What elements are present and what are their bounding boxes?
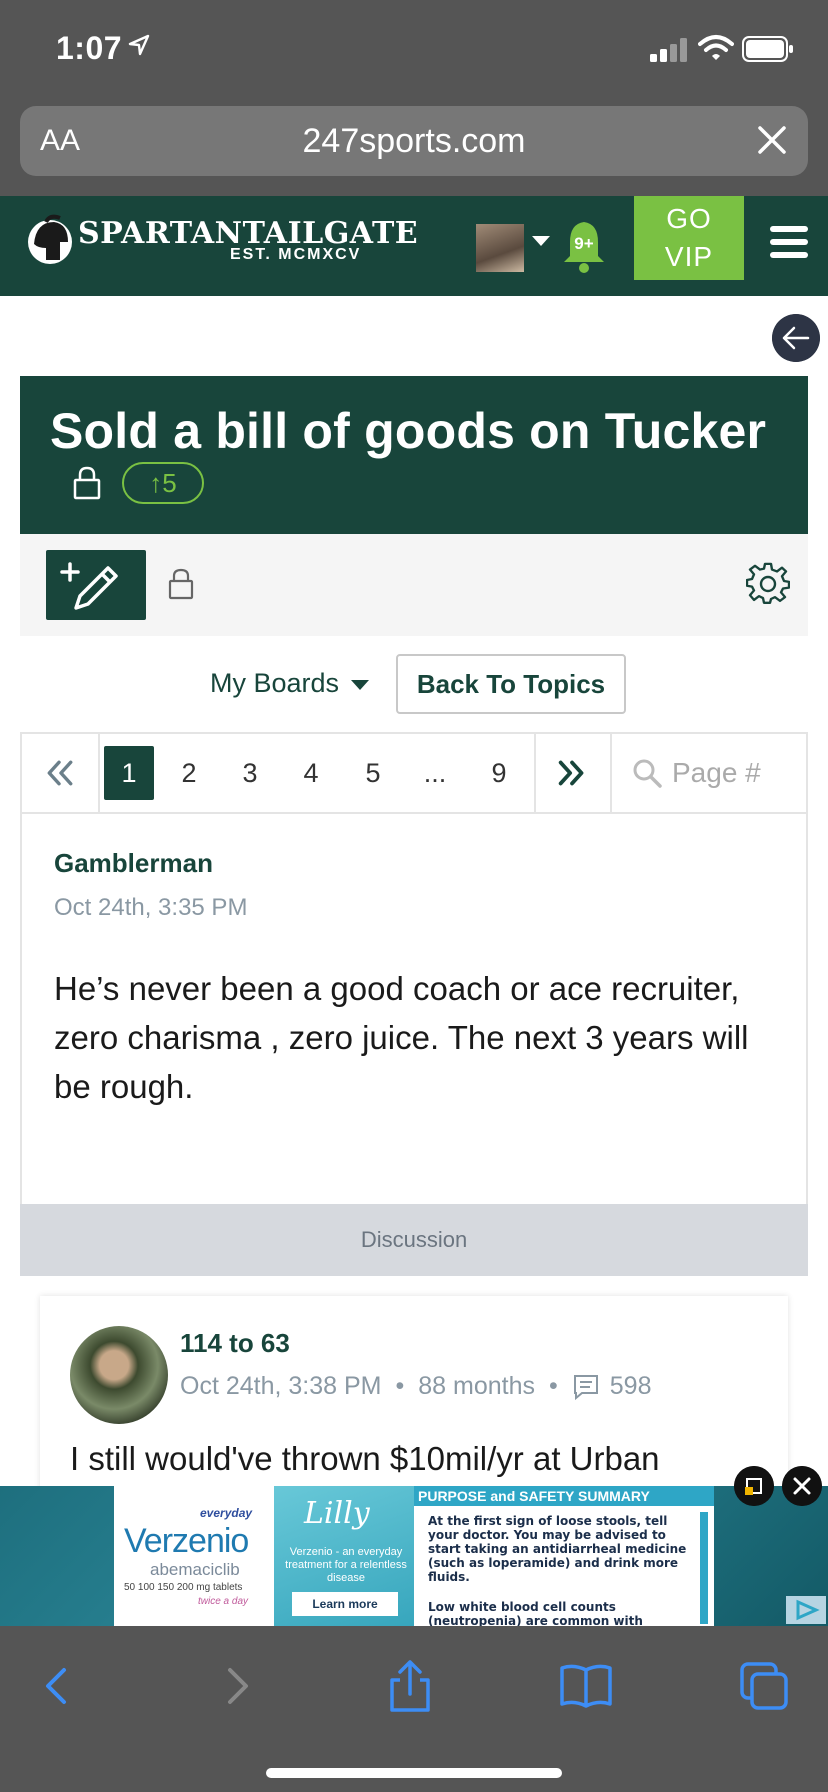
battery-icon — [742, 36, 793, 62]
ad-brand-box: everyday Verzenio abemaciclib 50 100 150… — [114, 1486, 274, 1626]
lock-icon — [73, 466, 101, 500]
discussion-divider: Discussion — [20, 1204, 808, 1276]
go-vip-line1: GO — [666, 203, 712, 234]
my-boards-label: My Boards — [210, 668, 340, 698]
cellular-signal-icon — [650, 38, 687, 62]
banner-ad[interactable]: everyday Verzenio abemaciclib 50 100 150… — [0, 1486, 828, 1626]
ad-everyday: everyday — [200, 1506, 253, 1520]
ad-doses: 50 100 150 200 mg tablets — [124, 1582, 243, 1593]
page-5-button[interactable]: 5 — [348, 746, 398, 800]
site-logo-subtitle: EST. MCMXCV — [230, 246, 362, 263]
ad-learn-more-button[interactable]: Learn more — [292, 1592, 398, 1616]
ad-generic-name: abemaciclib — [150, 1560, 240, 1579]
go-vip-line2: VIP — [664, 241, 714, 272]
chevron-down-icon — [351, 679, 370, 690]
page-4-button[interactable]: 4 — [286, 746, 336, 800]
reply-card: 114 to 63 Oct 24th, 3:38 PM • 88 months • 59… — [40, 1296, 788, 1496]
address-bar[interactable]: AA 247sports.com — [20, 106, 808, 176]
first-page-icon[interactable] — [22, 734, 100, 812]
ad-safety-text: At the first sign of loose stools, tell … — [428, 1514, 687, 1584]
page-ellipsis: ... — [423, 758, 447, 788]
ad-maker-logo: Lilly — [304, 1496, 370, 1531]
pagination: 1 2 3 4 5 ... 9 — [20, 732, 808, 814]
post-date: Oct 24th, 3:35 PM — [54, 894, 248, 921]
wifi-icon — [698, 35, 734, 60]
last-page-icon[interactable] — [534, 734, 612, 812]
ad-brand-panel[interactable]: everyday Verzenio abemaciclib 50 100 150… — [114, 1486, 414, 1626]
ad-brand-name: Verzenio — [124, 1522, 249, 1560]
upvote-count: 5 — [162, 468, 177, 498]
search-icon — [633, 759, 662, 788]
separator-dot: • — [395, 1372, 405, 1400]
ad-safety-header: PURPOSE and SAFETY SUMMARY — [414, 1486, 714, 1506]
page-3-button[interactable]: 3 — [225, 746, 275, 800]
compose-icon — [60, 562, 118, 610]
reply-date: Oct 24th, 3:38 PM — [180, 1372, 382, 1400]
thread-title: Sold a bill of goods on Tucker — [50, 403, 767, 459]
my-boards-dropdown[interactable]: My Boards — [210, 668, 370, 699]
arrow-up-icon: ↑ — [149, 468, 163, 498]
home-indicator[interactable] — [266, 1768, 562, 1778]
ad-safety-panel[interactable]: PURPOSE and SAFETY SUMMARY At the first … — [414, 1486, 714, 1626]
browser-url-area: AA 247sports.com — [0, 98, 828, 196]
site-header: SPARTANTAILGATE EST. MCMXCV 9+ GO VIP — [0, 196, 828, 296]
gear-icon[interactable] — [746, 562, 790, 606]
share-icon[interactable] — [382, 1658, 438, 1714]
reply-author[interactable]: 114 to 63 — [180, 1328, 290, 1359]
page-2-button[interactable]: 2 — [164, 746, 214, 800]
chevron-down-icon[interactable] — [532, 236, 550, 246]
upvote-badge[interactable]: ↑5 — [122, 462, 204, 504]
ad-close-icon[interactable] — [782, 1466, 822, 1506]
page-9-button[interactable]: 9 — [474, 746, 524, 800]
ad-safety-text-2: Low white blood cell counts (neutropenia… — [428, 1600, 643, 1626]
reply-post-count: 598 — [609, 1372, 652, 1400]
location-arrow-icon — [128, 34, 150, 56]
go-vip-button[interactable]: GO VIP — [634, 196, 744, 280]
ad-maker-box: Lilly Verzenio - an everyday treatment f… — [274, 1486, 414, 1626]
browser-bottom-bar — [0, 1626, 828, 1792]
ad-scrollbar[interactable] — [700, 1512, 708, 1624]
new-post-button[interactable] — [46, 550, 146, 620]
thread-toolbar — [20, 534, 808, 636]
spartan-helmet-icon[interactable] — [24, 214, 74, 270]
page-number-input[interactable] — [672, 752, 802, 794]
page: 1:07 AA 247sports.com SPARTANTAILGATE ES… — [0, 0, 828, 1792]
ad-tagline: Verzenio - an everyday treatment for a r… — [285, 1546, 407, 1584]
ad-pip-icon[interactable] — [734, 1466, 774, 1506]
close-icon[interactable] — [754, 122, 790, 158]
original-post: Gamblerman Oct 24th, 3:35 PM He’s never … — [20, 814, 808, 1204]
bookmarks-icon[interactable] — [558, 1658, 614, 1714]
page-search — [622, 746, 802, 800]
notification-count: 9+ — [574, 234, 594, 253]
back-arrow-button[interactable] — [772, 314, 820, 362]
status-time: 1:07 — [56, 30, 123, 66]
reply-body: I still would've thrown $10mil/yr at Urb… — [70, 1440, 660, 1477]
back-chevron-icon[interactable] — [30, 1658, 86, 1714]
tabs-icon[interactable] — [736, 1658, 792, 1714]
user-avatar[interactable] — [476, 224, 524, 272]
post-author[interactable]: Gamblerman — [54, 848, 213, 879]
reply-tenure: 88 months — [418, 1372, 536, 1400]
hamburger-menu-icon[interactable] — [770, 226, 808, 262]
url-domain[interactable]: 247sports.com — [20, 122, 808, 161]
back-to-topics-button[interactable]: Back To Topics — [396, 654, 626, 714]
lock-icon[interactable] — [168, 568, 194, 600]
comment-icon — [573, 1375, 598, 1401]
post-body: He’s never been a good coach or ace recr… — [54, 970, 749, 1105]
ad-twice-daily: twice a day — [198, 1596, 249, 1607]
adchoices-icon[interactable] — [786, 1596, 826, 1624]
page-1-button[interactable]: 1 — [104, 746, 154, 800]
reply-avatar[interactable] — [70, 1326, 168, 1424]
thread-header: Sold a bill of goods on Tucker ↑5 — [20, 376, 808, 534]
separator-dot: • — [549, 1372, 558, 1400]
reply-meta: Oct 24th, 3:38 PM • 88 months • 598 — [180, 1372, 652, 1401]
forward-chevron-icon[interactable] — [208, 1658, 264, 1714]
status-bar: 1:07 — [0, 0, 828, 98]
